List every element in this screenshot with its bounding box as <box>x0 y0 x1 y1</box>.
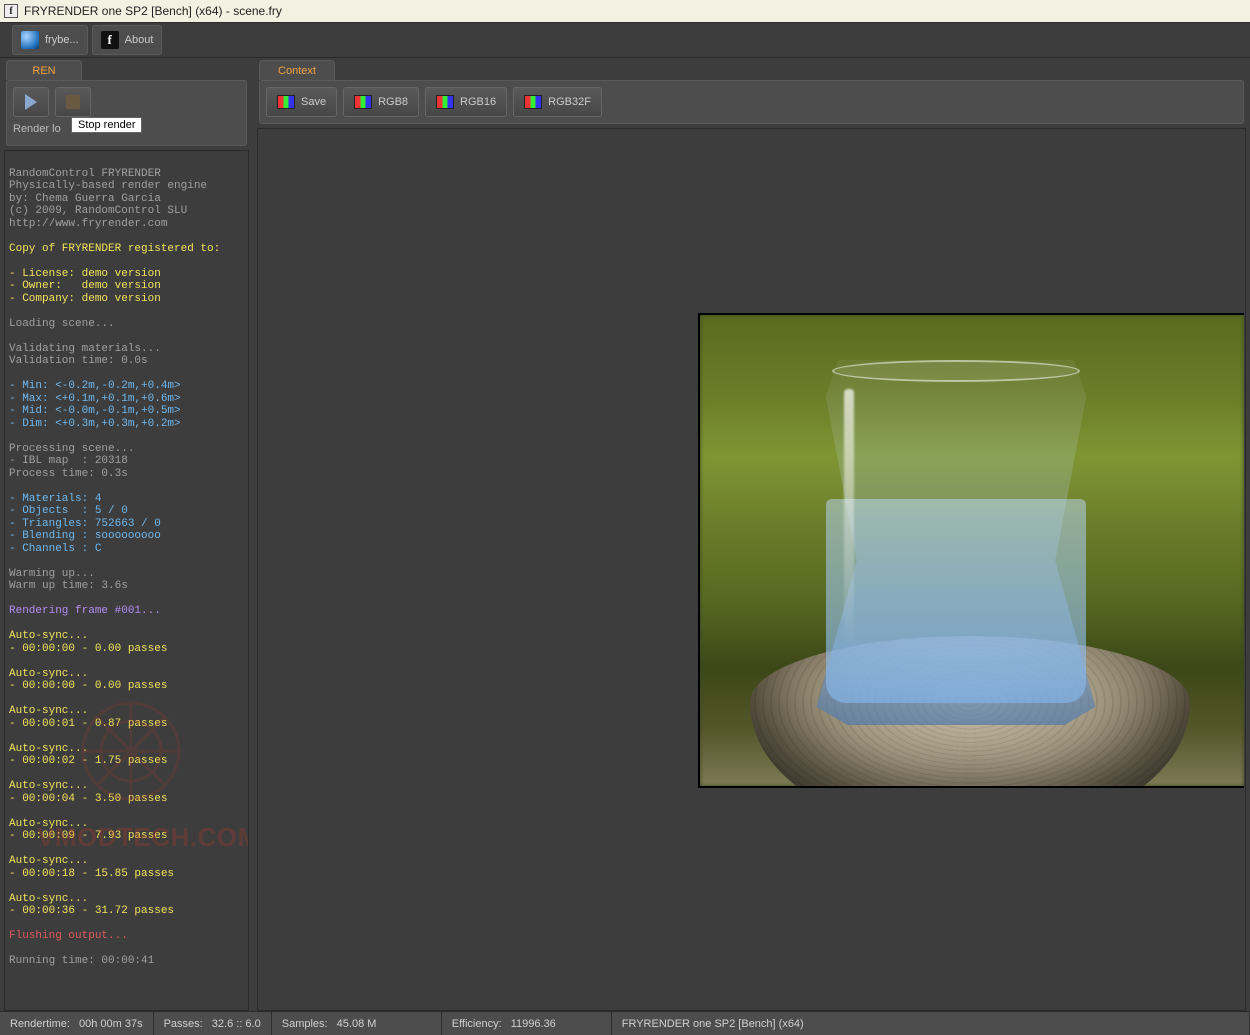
log-line: - 00:00:01 - 0.87 passes <box>9 718 167 730</box>
log-line: by: Chema Guerra Garcia <box>9 193 161 205</box>
app-icon: f <box>4 4 18 18</box>
save-button[interactable]: Save <box>266 87 337 117</box>
log-line: Auto-sync... <box>9 893 88 905</box>
status-samples: Samples: 45.08 M <box>272 1012 442 1035</box>
log-line: Warm up time: 3.6s <box>9 580 128 592</box>
play-icon <box>25 94 37 110</box>
status-bar: Rendertime: 00h 00m 37s Passes: 32.6 :: … <box>0 1011 1250 1035</box>
log-line: Validation time: 0.0s <box>9 355 148 367</box>
rgb8-label: RGB8 <box>378 96 408 108</box>
log-line: - Channels : C <box>9 543 101 555</box>
log-line: Rendering frame #001... <box>9 605 161 617</box>
log-line: Auto-sync... <box>9 630 88 642</box>
frybench-button[interactable]: frybe... <box>12 25 88 55</box>
rgb-icon <box>436 95 454 109</box>
log-line: Warming up... <box>9 568 95 580</box>
log-line: - Min: <-0.2m,-0.2m,+0.4m> <box>9 380 181 392</box>
log-line: Loading scene... <box>9 318 115 330</box>
about-button[interactable]: f About <box>92 25 163 55</box>
log-line: Auto-sync... <box>9 668 88 680</box>
status-appname: FRYRENDER one SP2 [Bench] (x64) <box>612 1012 1250 1035</box>
about-label: About <box>125 34 154 46</box>
right-panel: Context Save RGB8 RGB16 RGB32F <box>253 58 1250 1011</box>
render-viewport[interactable] <box>257 128 1246 1011</box>
log-line: Flushing output... <box>9 930 128 942</box>
log-line: - Max: <+0.1m,+0.1m,+0.6m> <box>9 393 181 405</box>
log-line: Auto-sync... <box>9 705 88 717</box>
log-line: - 00:00:18 - 15.85 passes <box>9 868 174 880</box>
save-label: Save <box>301 96 326 108</box>
top-ribbon: frybe... f About <box>0 22 1250 58</box>
log-line: Auto-sync... <box>9 780 88 792</box>
status-efficiency: Efficiency: 11996.36 <box>442 1012 612 1035</box>
render-controls: Render lo Stop render <box>6 80 247 146</box>
rgb8-button[interactable]: RGB8 <box>343 87 419 117</box>
rgb32f-label: RGB32F <box>548 96 591 108</box>
log-line: - 00:00:02 - 1.75 passes <box>9 755 167 767</box>
log-line: (c) 2009, RandomControl SLU <box>9 205 187 217</box>
log-line: Auto-sync... <box>9 818 88 830</box>
log-line: - Owner: demo version <box>9 280 161 292</box>
log-line: Process time: 0.3s <box>9 468 128 480</box>
log-line: - Triangles: 752663 / 0 <box>9 518 161 530</box>
log-line: - Dim: <+0.3m,+0.3m,+0.2m> <box>9 418 181 430</box>
save-icon <box>277 95 295 109</box>
log-line: Copy of FRYRENDER registered to: <box>9 243 220 255</box>
log-line: - Materials: 4 <box>9 493 101 505</box>
log-line: Running time: 00:00:41 <box>9 955 154 967</box>
log-line: Auto-sync... <box>9 855 88 867</box>
log-line: Validating materials... <box>9 343 161 355</box>
log-line: - Company: demo version <box>9 293 161 305</box>
rgb-icon <box>524 95 542 109</box>
log-line: - Objects : 5 / 0 <box>9 505 128 517</box>
stop-render-tooltip: Stop render <box>71 117 142 133</box>
fryrender-logo-icon: f <box>101 31 119 49</box>
log-line: - Mid: <-0.0m,-0.1m,+0.5m> <box>9 405 181 417</box>
window-title: FRYRENDER one SP2 [Bench] (x64) - scene.… <box>24 4 282 18</box>
status-rendertime: Rendertime: 00h 00m 37s <box>0 1012 154 1035</box>
log-line: - Blending : sooooooooo <box>9 530 161 542</box>
window-titlebar: f FRYRENDER one SP2 [Bench] (x64) - scen… <box>0 0 1250 22</box>
render-log[interactable]: RandomControl FRYRENDER Physically-based… <box>4 150 249 1011</box>
context-toolbar: Save RGB8 RGB16 RGB32F <box>259 80 1244 124</box>
log-line: RandomControl FRYRENDER <box>9 168 161 180</box>
log-line: - 00:00:09 - 7.93 passes <box>9 830 167 842</box>
rgb16-label: RGB16 <box>460 96 496 108</box>
log-line: Physically-based render engine <box>9 180 207 192</box>
log-line: - IBL map : 20318 <box>9 455 128 467</box>
log-line: - 00:00:00 - 0.00 passes <box>9 680 167 692</box>
right-tabs: Context <box>253 58 1250 80</box>
frybench-label: frybe... <box>45 34 79 46</box>
log-line: - 00:00:00 - 0.00 passes <box>9 643 167 655</box>
rgb32f-button[interactable]: RGB32F <box>513 87 602 117</box>
tab-context[interactable]: Context <box>259 60 335 80</box>
stop-button[interactable] <box>55 87 91 117</box>
log-line: Processing scene... <box>9 443 134 455</box>
rgb16-button[interactable]: RGB16 <box>425 87 507 117</box>
main-content: REN Render lo Stop render RandomControl … <box>0 58 1250 1011</box>
left-tabs: REN <box>0 58 253 80</box>
play-button[interactable] <box>13 87 49 117</box>
log-line: - 00:00:36 - 31.72 passes <box>9 905 174 917</box>
status-passes: Passes: 32.6 :: 6.0 <box>154 1012 272 1035</box>
log-line: Auto-sync... <box>9 743 88 755</box>
log-line: - License: demo version <box>9 268 161 280</box>
globe-icon <box>21 31 39 49</box>
rendered-image <box>698 313 1244 788</box>
log-line: http://www.fryrender.com <box>9 218 167 230</box>
stop-icon <box>66 95 80 109</box>
log-line: - 00:00:04 - 3.50 passes <box>9 793 167 805</box>
rgb-icon <box>354 95 372 109</box>
tab-ren[interactable]: REN <box>6 60 82 80</box>
left-panel: REN Render lo Stop render RandomControl … <box>0 58 253 1011</box>
